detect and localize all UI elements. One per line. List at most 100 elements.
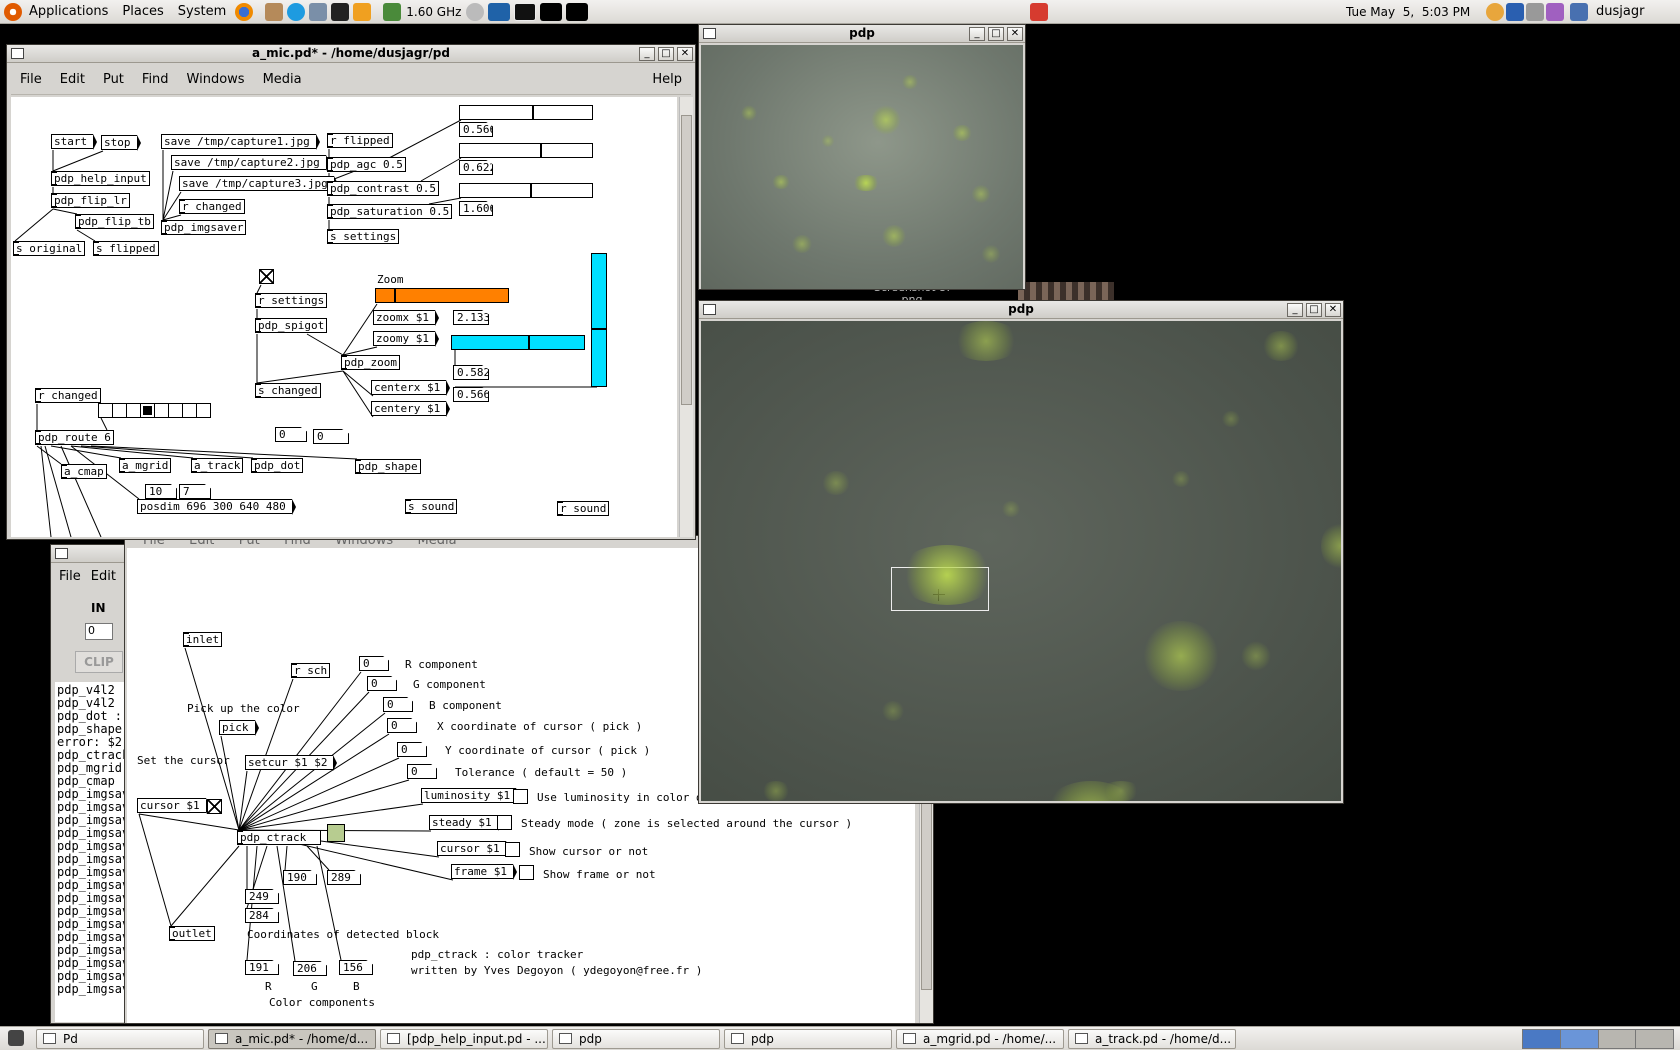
saturation-number[interactable]: 1.606 xyxy=(459,201,493,216)
menu-put[interactable]: Put xyxy=(94,72,133,87)
s-original-object[interactable]: s original xyxy=(13,241,86,256)
taskbar-item[interactable]: Pd xyxy=(36,1029,204,1049)
menu-edit[interactable]: Edit xyxy=(51,72,94,87)
number-156[interactable]: 156 xyxy=(339,960,373,975)
bluetooth-icon[interactable] xyxy=(1506,2,1524,21)
close-button[interactable]: ✕ xyxy=(677,47,693,61)
workspace-3-icon[interactable] xyxy=(540,2,563,21)
terminal-icon[interactable] xyxy=(331,2,350,21)
number-289[interactable]: 289 xyxy=(327,870,361,885)
workspace-4-icon[interactable] xyxy=(566,2,589,21)
menu-file[interactable]: File xyxy=(11,72,51,87)
r-sch-object[interactable]: r sch xyxy=(291,663,331,678)
pdp-agc-object[interactable]: pdp_agc 0.5 xyxy=(327,157,406,172)
r-changed-object-2[interactable]: r changed xyxy=(35,388,101,403)
minimize-button[interactable]: _ xyxy=(639,47,655,61)
main-scrollbar[interactable] xyxy=(679,97,693,537)
frame-toggle[interactable] xyxy=(519,865,534,880)
main-window-titlebar[interactable]: a_mic.pd* - /home/dusjagr/pd _ □ ✕ xyxy=(7,45,695,63)
maximize-button[interactable]: □ xyxy=(988,27,1004,41)
r-changed-object-1[interactable]: r changed xyxy=(179,199,245,214)
firefox-icon[interactable] xyxy=(235,2,254,21)
tolerance-number[interactable]: 0 xyxy=(407,764,437,779)
radio-cell[interactable] xyxy=(98,403,113,418)
y-number[interactable]: 0 xyxy=(397,742,427,757)
radio-cell[interactable] xyxy=(126,403,141,418)
minimize-button[interactable]: _ xyxy=(1287,303,1303,317)
s-settings-object[interactable]: s settings xyxy=(327,229,400,244)
number-7[interactable]: 7 xyxy=(179,484,211,499)
luminosity-toggle[interactable] xyxy=(513,789,528,804)
centery-number[interactable]: 0.566 xyxy=(453,387,489,402)
pdp-ctrack-object[interactable]: pdp_ctrack xyxy=(237,830,321,845)
pdp-imgsaver-object[interactable]: pdp_imgsaver xyxy=(161,220,247,235)
taskbar-item[interactable]: a_mic.pd* - /home/d... xyxy=(208,1029,376,1049)
g-number[interactable]: 0 xyxy=(367,676,397,691)
pdp-contrast-object[interactable]: pdp_contrast 0.5 xyxy=(327,181,439,196)
network-status-icon[interactable] xyxy=(1526,2,1544,21)
video-output-large[interactable] xyxy=(701,321,1341,801)
x-number[interactable]: 0 xyxy=(387,718,417,733)
applications-menu[interactable]: Applications xyxy=(22,0,115,24)
zoomx-message[interactable]: zoomx $1 xyxy=(373,310,439,326)
radio-cell[interactable] xyxy=(168,403,183,418)
pdp-saturation-object[interactable]: pdp_saturation 0.5 xyxy=(327,204,453,219)
r-sound-object[interactable]: r sound xyxy=(557,501,610,516)
centerx-slider[interactable] xyxy=(451,335,585,350)
workspace-cell-1[interactable] xyxy=(1523,1030,1561,1048)
number-10[interactable]: 10 xyxy=(145,484,177,499)
setcur-message[interactable]: setcur $1 $2 xyxy=(245,755,338,771)
centery-message[interactable]: centery $1 xyxy=(371,401,451,417)
contrast-slider[interactable] xyxy=(459,143,593,158)
number-190[interactable]: 190 xyxy=(283,870,317,885)
radio-cell[interactable] xyxy=(140,403,155,418)
pdp-route-object[interactable]: pdp_route 6 xyxy=(35,430,114,445)
minimize-button[interactable]: _ xyxy=(969,27,985,41)
zoom-slider[interactable] xyxy=(375,288,509,303)
a-track-object[interactable]: a_track xyxy=(191,458,244,473)
outlet-object[interactable]: outlet xyxy=(169,926,215,941)
pdp-zoom-object[interactable]: pdp_zoom xyxy=(341,355,400,370)
ubuntu-logo-icon[interactable] xyxy=(4,2,22,21)
number-206[interactable]: 206 xyxy=(293,961,327,976)
taskbar-item[interactable]: a_track.pd - /home/d... xyxy=(1068,1029,1236,1049)
s-changed-object[interactable]: s changed xyxy=(255,383,321,398)
radio-cell[interactable] xyxy=(182,403,197,418)
taskbar-item[interactable]: a_mgrid.pd - /home/... xyxy=(896,1029,1064,1049)
inlet-object[interactable]: inlet xyxy=(183,632,223,647)
luminosity-message[interactable]: luminosity $1 xyxy=(421,788,521,804)
pdp-dot-object[interactable]: pdp_dot xyxy=(251,458,304,473)
coffee-icon[interactable] xyxy=(265,2,284,21)
taskbar-item[interactable]: [pdp_help_input.pd - ... xyxy=(380,1029,548,1049)
number-249[interactable]: 249 xyxy=(245,889,279,904)
pdp-flip-tb-object[interactable]: pdp_flip_tb xyxy=(75,214,154,229)
power-icon[interactable] xyxy=(1030,2,1048,21)
number-0-a[interactable]: 0 xyxy=(275,427,307,442)
places-menu[interactable]: Places xyxy=(115,0,170,24)
pick-message[interactable]: pick xyxy=(219,720,258,736)
search-icon[interactable] xyxy=(1486,2,1504,21)
clip-button[interactable]: CLIP xyxy=(75,651,123,673)
centerx-message[interactable]: centerx $1 xyxy=(371,380,451,396)
in-value-field[interactable]: 0 xyxy=(85,623,113,640)
a-cmap-object[interactable]: a_cmap xyxy=(61,464,107,479)
pdp-preview-titlebar[interactable]: pdp _ □ ✕ xyxy=(699,25,1025,43)
menu-help[interactable]: Help xyxy=(643,72,691,87)
arrow-icon[interactable] xyxy=(353,2,372,21)
close-button[interactable]: ✕ xyxy=(1007,27,1023,41)
contrast-number[interactable]: 0.622 xyxy=(459,160,493,175)
clock[interactable]: Tue May 5, 5:03 PM xyxy=(1346,5,1470,19)
centerx-number[interactable]: 0.582 xyxy=(453,365,489,380)
save-capture3-message[interactable]: save /tmp/capture3.jpg xyxy=(179,176,338,192)
save-capture1-message[interactable]: save /tmp/capture1.jpg xyxy=(161,134,320,150)
a-mgrid-object[interactable]: a_mgrid xyxy=(119,458,172,473)
taskbar-item[interactable]: pdp xyxy=(724,1029,892,1049)
save-capture2-message[interactable]: save /tmp/capture2.jpg xyxy=(171,155,330,171)
menu-media[interactable]: Media xyxy=(254,72,311,87)
workspace-cell-4[interactable] xyxy=(1636,1030,1673,1048)
taskbar-item[interactable]: pdp xyxy=(552,1029,720,1049)
start-message[interactable]: start xyxy=(51,134,98,150)
maximize-button[interactable]: □ xyxy=(1306,303,1322,317)
cursor-toggle-right[interactable] xyxy=(505,842,520,857)
show-desktop-icon[interactable] xyxy=(8,1030,24,1046)
